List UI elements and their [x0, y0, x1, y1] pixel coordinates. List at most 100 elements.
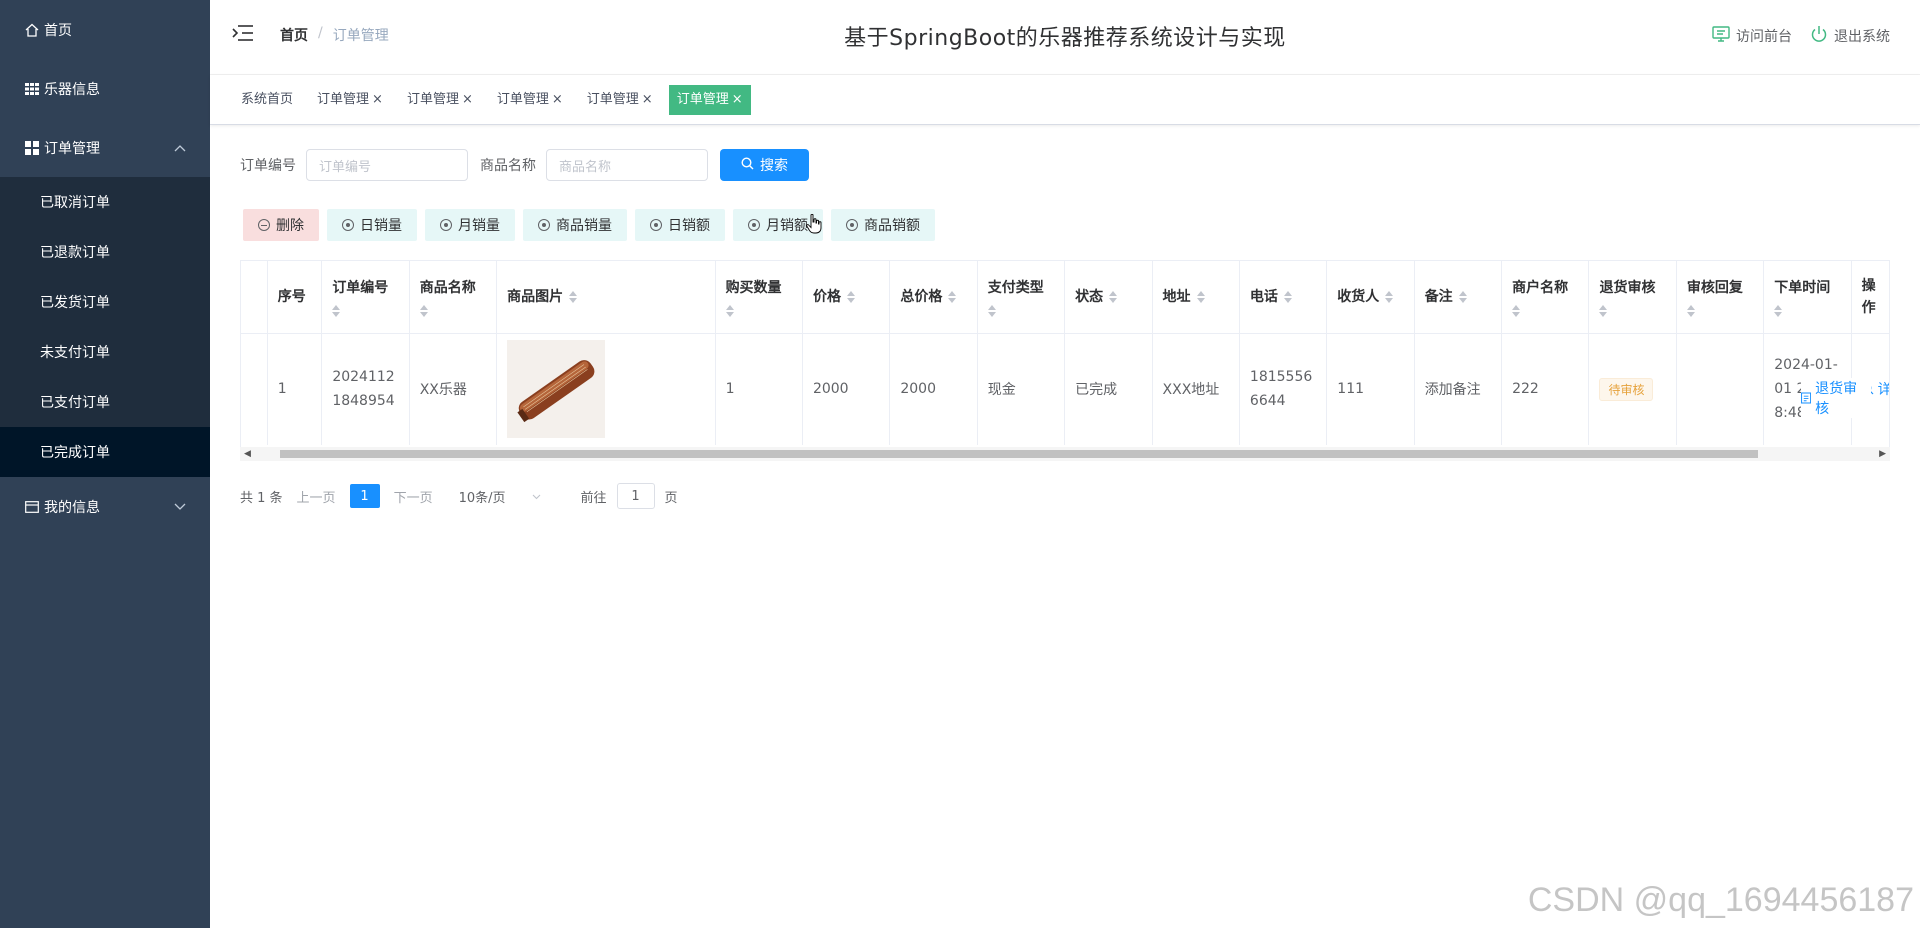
visit-front-link[interactable]: 访问前台 [1712, 25, 1792, 47]
sort-icon [948, 290, 957, 303]
cell-status: 已完成 [1064, 333, 1153, 445]
column-header[interactable]: 总价格 [889, 261, 978, 334]
breadcrumb-home[interactable]: 首页 [280, 25, 308, 45]
column-header[interactable]: 商户名称 [1501, 261, 1590, 334]
product-revenue-button[interactable]: 商品销额 [831, 209, 935, 241]
menu-home[interactable]: 首页 [0, 0, 210, 59]
page-size-select[interactable]: 10条/页 [459, 487, 541, 506]
monthly-revenue-label: 月销额 [766, 218, 808, 234]
page-size-value: 10条/页 [458, 490, 506, 506]
delete-button[interactable]: 删除 [243, 209, 319, 241]
submenu-shipped-orders[interactable]: 已发货订单 [0, 277, 210, 327]
menu-my-info[interactable]: 我的信息 [0, 477, 210, 536]
column-header[interactable]: 收货人 [1326, 261, 1415, 334]
selection-column-header[interactable] [241, 261, 268, 334]
pagination: 共 1 条 上一页 1 下一页 10条/页 前往 1 页 [240, 483, 678, 509]
logout-link[interactable]: 退出系统 [1810, 25, 1890, 47]
column-header[interactable]: 商品名称 [409, 261, 498, 334]
sort-icon [1109, 290, 1118, 303]
column-header[interactable]: 退货审核 [1588, 261, 1677, 334]
cell-total: 2000 [889, 333, 978, 445]
column-header: 序号 [267, 261, 323, 334]
cell-qty: 1 [715, 333, 803, 445]
column-header[interactable]: 价格 [802, 261, 891, 334]
product-sales-button[interactable]: 商品销量 [523, 209, 627, 241]
close-icon[interactable]: × [372, 85, 383, 115]
close-icon[interactable]: × [732, 85, 743, 115]
chevron-down-icon [532, 489, 541, 504]
submenu-unpaid-orders[interactable]: 未支付订单 [0, 327, 210, 377]
scrollbar-thumb[interactable] [280, 450, 1758, 458]
sidebar: 首页 乐器信息 订单管理 已取消订单 已退款订单 已发货订单 未支付订单 已支付… [0, 0, 210, 928]
cell-audit-reply [1676, 333, 1765, 445]
cell-phone: 18155566644 [1239, 333, 1328, 445]
column-header[interactable]: 购买数量 [715, 261, 803, 334]
apps-icon [24, 140, 40, 156]
order-no-input[interactable]: 订单编号 [306, 149, 468, 181]
power-icon [1810, 25, 1828, 47]
close-icon[interactable]: × [642, 85, 653, 115]
tags-view: 系统首页 订单管理 × 订单管理 × 订单管理 × 订单管理 × 订单管理 × [210, 75, 1920, 125]
next-page-button[interactable]: 下一页 [394, 487, 433, 506]
product-image[interactable] [507, 340, 606, 439]
column-header[interactable]: 支付类型 [977, 261, 1066, 334]
goto-page-input[interactable]: 1 [616, 483, 655, 509]
product-name-label: 商品名称 [480, 158, 536, 174]
return-audit-button[interactable]: 退货审核 [1801, 378, 1871, 418]
tab-orders[interactable]: 订单管理 × [309, 85, 391, 115]
grid-icon [24, 81, 40, 97]
prev-page-button[interactable]: 上一页 [297, 487, 336, 506]
tab-orders[interactable]: 订单管理 × [399, 85, 481, 115]
close-icon[interactable]: × [462, 85, 473, 115]
daily-revenue-button[interactable]: 日销额 [635, 209, 725, 241]
row-checkbox-cell[interactable] [241, 333, 268, 445]
hand-cursor-icon [806, 213, 822, 238]
monthly-sales-button[interactable]: 月销量 [425, 209, 515, 241]
menu-orders[interactable]: 订单管理 [0, 118, 210, 177]
sort-icon [1599, 304, 1608, 317]
menu-instruments[interactable]: 乐器信息 [0, 59, 210, 118]
hamburger-icon[interactable] [232, 24, 254, 42]
table-row[interactable]: 1 20241121848954 XX乐器 1 2000 2000 现金 已完成… [241, 333, 1889, 445]
column-header[interactable]: 商品图片 [496, 261, 716, 334]
search-icon [741, 156, 754, 174]
submenu-label: 已支付订单 [40, 395, 110, 411]
column-header[interactable]: 备注 [1414, 261, 1503, 334]
orders-table: 序号 订单编号 商品名称 商品图片 购买数量 价格 总价格 支付类型 状态 地址… [240, 260, 1890, 456]
breadcrumb-separator: / [318, 25, 323, 41]
submenu-label: 已发货订单 [40, 295, 110, 311]
scroll-left-arrow-icon[interactable]: ◀ [244, 449, 251, 459]
sort-icon [419, 304, 428, 317]
sort-icon [332, 304, 341, 317]
submenu-completed-orders[interactable]: 已完成订单 [0, 427, 210, 477]
column-header[interactable]: 地址 [1152, 261, 1240, 334]
daily-sales-button[interactable]: 日销量 [327, 209, 417, 241]
tab-orders[interactable]: 订单管理 × [579, 85, 661, 115]
column-header[interactable]: 下单时间 [1763, 261, 1852, 334]
dot-circle-icon [748, 219, 760, 231]
close-icon[interactable]: × [552, 85, 563, 115]
submenu-cancelled-orders[interactable]: 已取消订单 [0, 177, 210, 227]
goto-label: 前往 [580, 490, 607, 506]
monthly-sales-label: 月销量 [458, 218, 500, 234]
horizontal-scrollbar[interactable]: ◀ ▶ [240, 447, 1890, 461]
column-header[interactable]: 审核回复 [1676, 261, 1765, 334]
page-number-active[interactable]: 1 [349, 484, 380, 508]
cell-price: 2000 [802, 333, 891, 445]
column-header[interactable]: 订单编号 [321, 261, 410, 334]
submenu-paid-orders[interactable]: 已支付订单 [0, 377, 210, 427]
cell-image [496, 333, 716, 445]
search-button[interactable]: 搜索 [720, 149, 809, 181]
tab-orders-active[interactable]: 订单管理 × [668, 84, 751, 115]
cell-address: XXX地址 [1152, 333, 1240, 445]
scroll-right-arrow-icon[interactable]: ▶ [1879, 449, 1886, 459]
column-header[interactable]: 电话 [1239, 261, 1328, 334]
product-name-input[interactable]: 商品名称 [546, 149, 708, 181]
dot-circle-icon [846, 219, 858, 231]
tab-home[interactable]: 系统首页 [233, 85, 301, 115]
submenu-refunded-orders[interactable]: 已退款订单 [0, 227, 210, 277]
column-header[interactable]: 状态 [1064, 261, 1153, 334]
tab-orders[interactable]: 订单管理 × [489, 85, 571, 115]
return-audit-label: 退货审核 [1815, 381, 1858, 417]
search-form: 订单编号 订单编号 商品名称 商品名称 搜索 [240, 149, 809, 181]
